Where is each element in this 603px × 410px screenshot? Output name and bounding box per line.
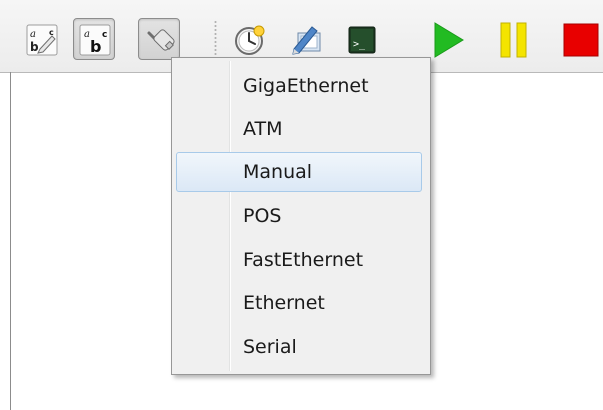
console-all-button[interactable] <box>285 18 327 60</box>
text-edit-button[interactable]: a b c <box>20 18 62 60</box>
menu-item-fastethernet[interactable]: FastEthernet <box>176 240 422 280</box>
start-button[interactable] <box>426 18 468 60</box>
menu-item-serial[interactable]: Serial <box>176 327 422 367</box>
svg-text:>_: >_ <box>353 39 366 50</box>
screen-pen-icon <box>292 26 321 55</box>
menu-item-manual[interactable]: Manual <box>176 152 422 192</box>
menu-item-gigaethernet[interactable]: GigaEthernet <box>176 66 422 106</box>
text-pencil-icon: a b c <box>26 24 58 56</box>
menu-item-label: GigaEthernet <box>243 75 369 97</box>
menu-item-atm[interactable]: ATM <box>176 109 422 149</box>
toolbar-separator <box>214 20 217 60</box>
cable-link-icon <box>147 29 175 51</box>
text-bold-button[interactable]: a b c <box>73 18 115 60</box>
svg-text:c: c <box>49 28 54 37</box>
workspace-border <box>10 72 11 410</box>
menu-item-label: Serial <box>243 336 297 358</box>
link-type-menu: GigaEthernet ATM Manual POS FastEthernet… <box>171 57 431 375</box>
stop-button[interactable] <box>559 18 601 60</box>
suspend-button[interactable] <box>494 18 536 60</box>
menu-item-label: FastEthernet <box>243 249 364 271</box>
menu-item-label: ATM <box>243 118 283 140</box>
svg-text:a: a <box>30 29 36 40</box>
menu-item-pos[interactable]: POS <box>176 196 422 236</box>
svg-text:c: c <box>102 30 107 40</box>
menu-item-label: Ethernet <box>243 292 325 314</box>
add-link-button[interactable] <box>138 18 180 60</box>
svg-text:b: b <box>90 37 101 56</box>
text-bold-abc-icon: a b c <box>79 24 111 56</box>
pause-icon <box>500 22 527 58</box>
console-button[interactable]: >_ <box>340 18 382 60</box>
clock-capture-icon <box>235 25 265 55</box>
menu-item-label: Manual <box>243 161 313 183</box>
menu-item-label: POS <box>243 205 282 227</box>
menu-item-ethernet[interactable]: Ethernet <box>176 283 422 323</box>
svg-text:b: b <box>30 40 39 54</box>
stop-icon <box>563 23 599 57</box>
play-icon <box>434 22 464 58</box>
app-window: a b c a b c >_ GigaEthernet ATM Manual P… <box>0 0 603 410</box>
terminal-icon: >_ <box>348 26 376 54</box>
capture-button[interactable] <box>228 18 270 60</box>
